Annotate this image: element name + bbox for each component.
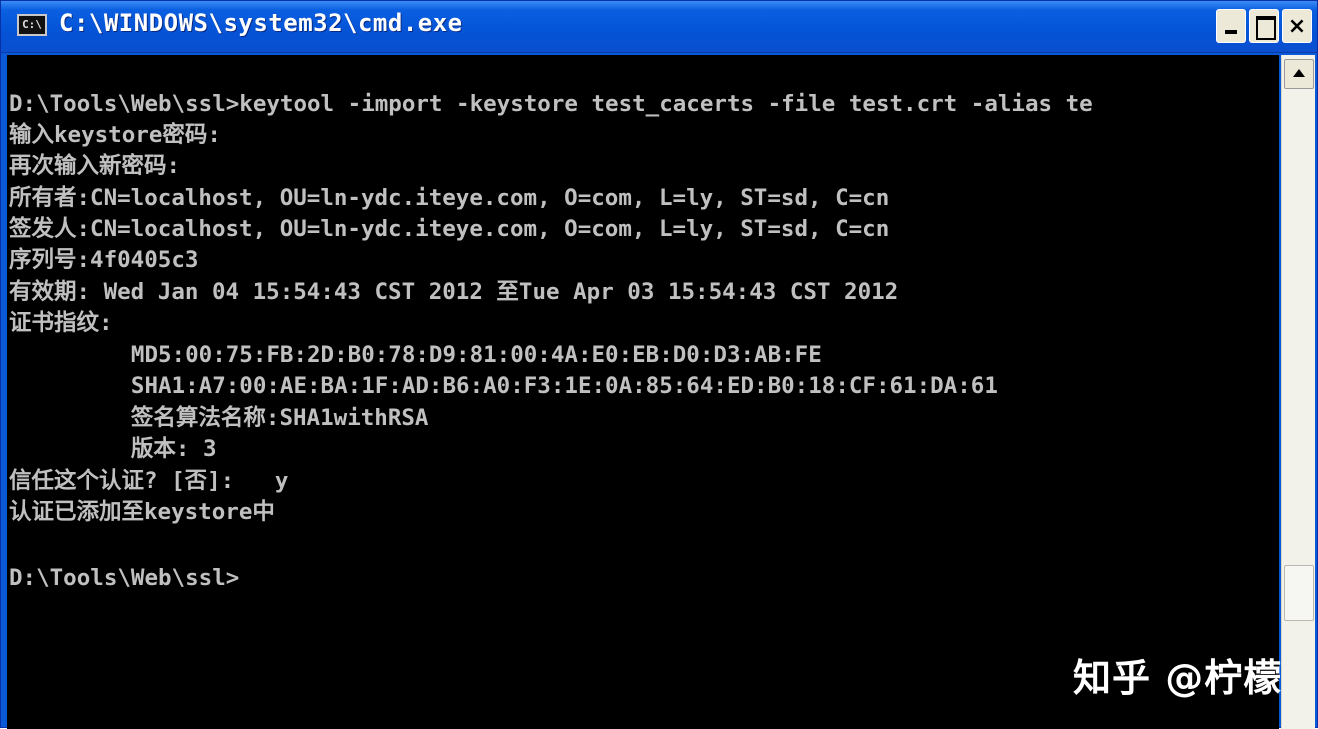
scroll-thumb[interactable]: [1284, 565, 1314, 621]
console-line: 信任这个认证? [否]: y: [9, 468, 289, 494]
console-line: 序列号:4f0405c3: [9, 247, 199, 273]
console-line: MD5:00:75:FB:2D:B0:78:D9:81:00:4A:E0:EB:…: [9, 342, 822, 368]
console-prompt[interactable]: D:\Tools\Web\ssl>: [9, 563, 239, 594]
console-line: 认证已添加至keystore中: [9, 499, 275, 525]
console-icon[interactable]: C:\: [17, 14, 47, 36]
close-icon[interactable]: ×: [1282, 9, 1312, 43]
console-line: 签发人:CN=localhost, OU=ln-ydc.iteye.com, O…: [9, 216, 890, 242]
scroll-up-icon[interactable]: [1284, 59, 1314, 89]
cmd-window: C:\ C:\WINDOWS\system32\cmd.exe × D:\Too…: [0, 0, 1318, 729]
console-line: 所有者:CN=localhost, OU=ln-ydc.iteye.com, O…: [9, 185, 890, 211]
console-output[interactable]: D:\Tools\Web\ssl>keytool -import -keysto…: [7, 55, 1279, 729]
console-line: 输入keystore密码:: [9, 122, 221, 148]
console-line: SHA1:A7:00:AE:BA:1F:AD:B6:A0:F3:1E:0A:85…: [9, 373, 998, 399]
maximize-icon[interactable]: [1249, 9, 1279, 43]
title-bar[interactable]: C:\ C:\WINDOWS\system32\cmd.exe ×: [1, 1, 1317, 53]
minimize-icon[interactable]: [1216, 9, 1246, 43]
console-line: 再次输入新密码:: [9, 153, 181, 179]
console-line: 版本: 3: [9, 436, 217, 462]
console-line: 签名算法名称:SHA1withRSA: [9, 405, 429, 431]
vertical-scrollbar[interactable]: [1281, 55, 1315, 729]
watermark-text: 知乎 @柠檬: [1073, 656, 1283, 700]
console-line: 证书指纹:: [9, 310, 113, 336]
window-title: C:\WINDOWS\system32\cmd.exe: [59, 9, 463, 37]
console-line: D:\Tools\Web\ssl>keytool -import -keysto…: [9, 91, 1093, 117]
console-line: 有效期: Wed Jan 04 15:54:43 CST 2012 至Tue A…: [9, 279, 899, 305]
